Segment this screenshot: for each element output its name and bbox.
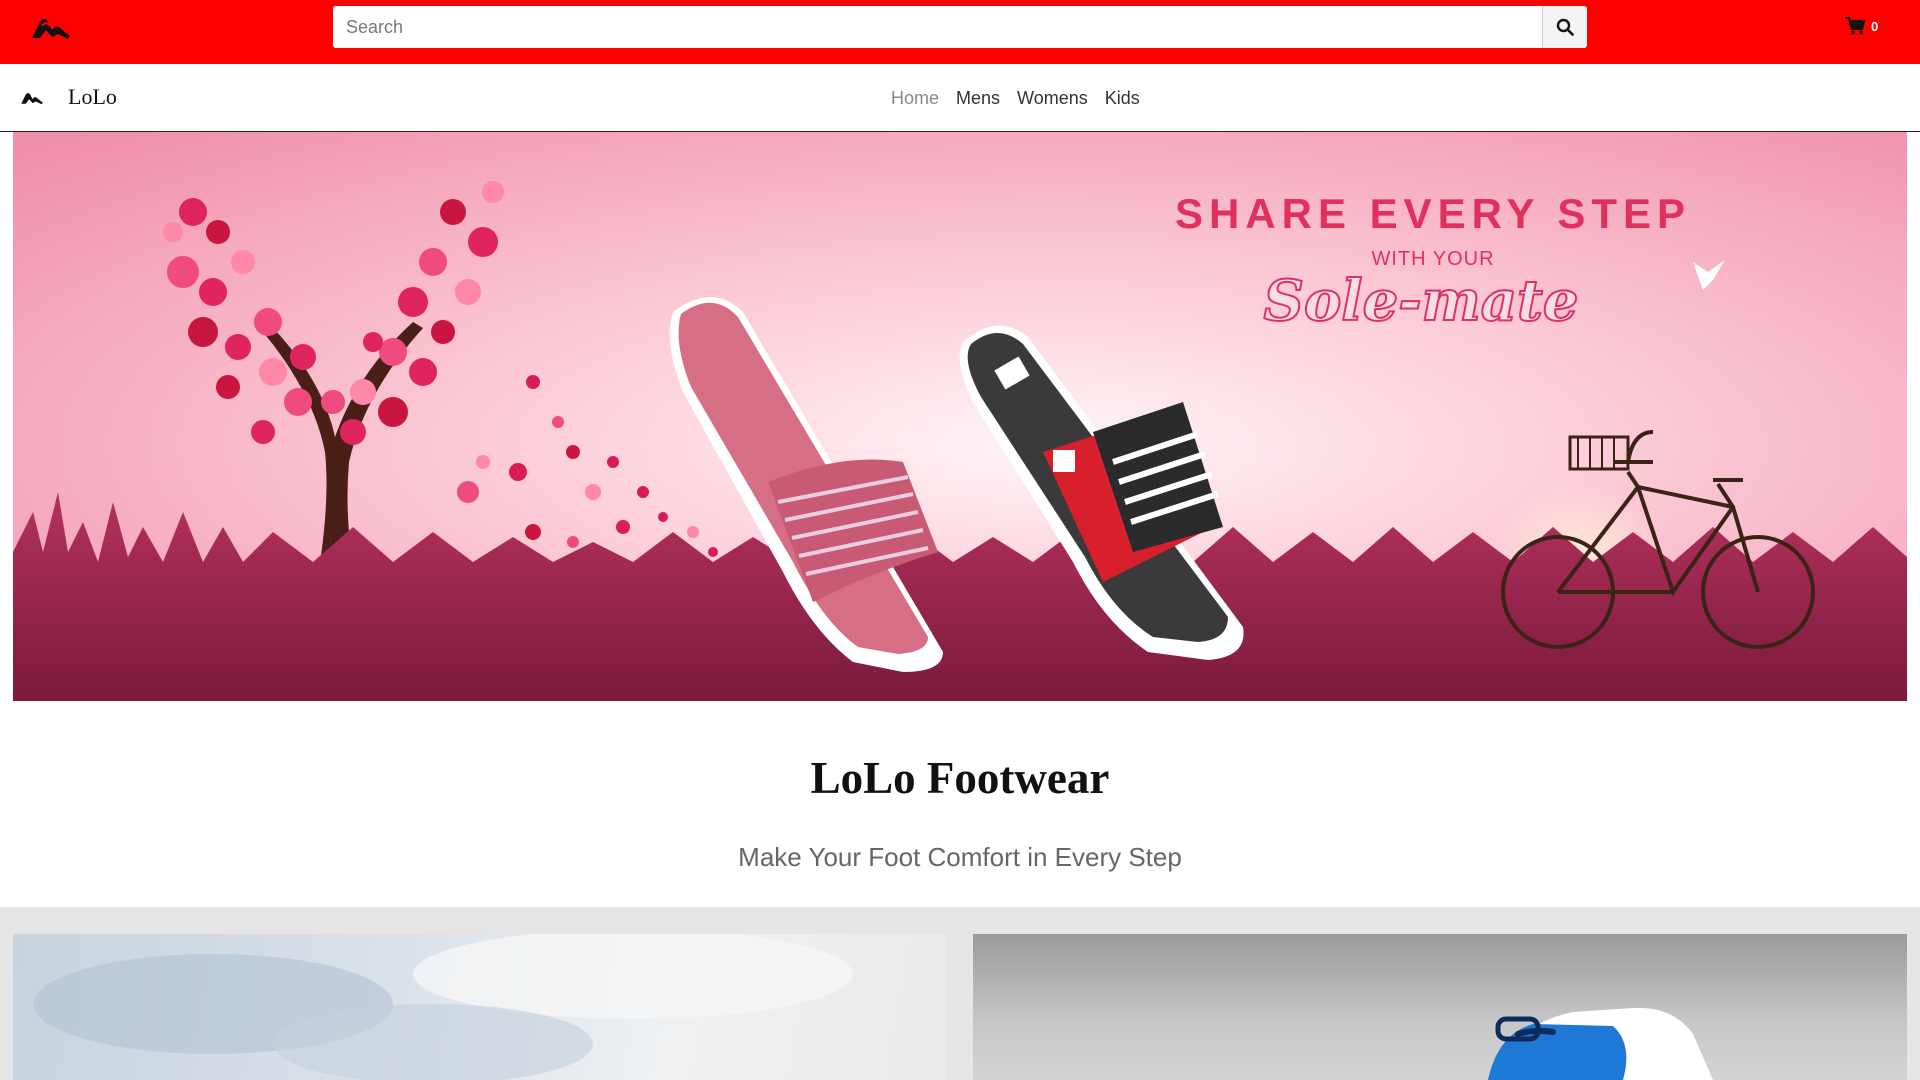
hero-headline: SHARE EVERY STEP [1175,190,1691,237]
nav-link-womens[interactable]: Womens [1017,88,1088,109]
hero-script: Sole-mate [1264,268,1579,334]
search-bar [333,6,1587,48]
nav-link-home[interactable]: Home [891,88,939,109]
cart-icon [1845,17,1865,35]
hero-subline: WITH YOUR [1371,248,1494,270]
kids-shoe-image [1488,1007,1713,1080]
cart-button[interactable]: 0 [1845,17,1878,35]
brand-name[interactable]: LoLo [68,84,117,110]
page-title: LoLo Footwear [810,753,1110,803]
cart-count-badge: 0 [1871,18,1879,34]
nav-bar: LoLo Home Mens Womens Kids [0,64,1920,132]
featured-card-kids[interactable] [973,934,1907,1080]
nav-link-kids[interactable]: Kids [1105,88,1140,109]
featured-card-mens[interactable] [13,934,947,1080]
page-subtitle: Make Your Foot Comfort in Every Step [738,842,1182,872]
main-nav: Home Mens Womens Kids [891,88,1157,109]
logo-icon[interactable] [20,89,44,106]
search-input[interactable] [333,6,1542,48]
hero-banner[interactable]: SHARE EVERY STEP WITH YOUR Sole-mate [13,132,1907,701]
sky-image [33,934,853,1080]
search-icon [1556,18,1574,36]
search-button[interactable] [1542,6,1587,48]
logo-icon[interactable] [30,12,72,42]
top-bar: 0 [0,0,1920,64]
nav-link-mens[interactable]: Mens [956,88,1000,109]
hero-illustration: SHARE EVERY STEP WITH YOUR Sole-mate [13,132,1907,701]
